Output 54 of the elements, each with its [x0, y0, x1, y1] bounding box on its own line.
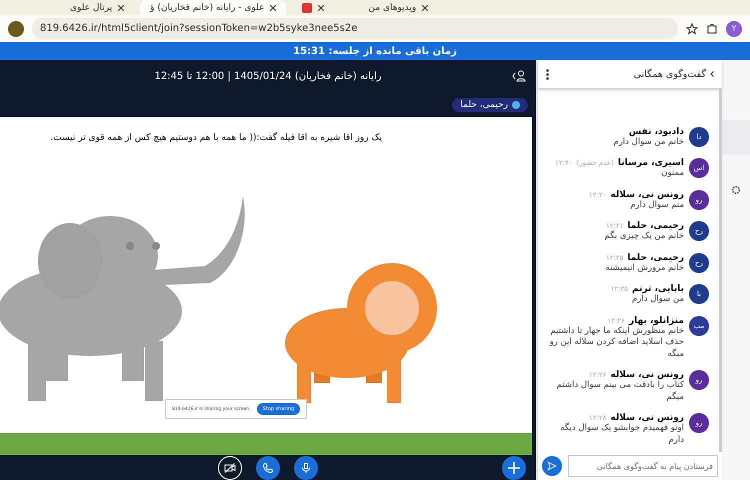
camera-off-icon	[224, 462, 236, 474]
settings-icon[interactable]	[731, 185, 741, 195]
close-icon[interactable]	[118, 4, 124, 10]
browser-tab[interactable]: ویدیوهای من	[358, 0, 438, 15]
message-text: خانم من یک چیزی بگم	[603, 231, 684, 243]
sender-name: رونس نی، سلاله	[610, 190, 684, 200]
address-bar[interactable]: 819.6426.ir/html5client/join?sessionToken=w2b5syke3nee5s2e	[32, 18, 678, 39]
close-icon[interactable]	[422, 4, 428, 10]
sender-name: اسیری، مرسانا	[618, 158, 684, 168]
message-text: خانم من سوال دارم	[612, 136, 684, 148]
tab-favicon	[302, 2, 312, 12]
browser-tab[interactable]: علوی - رایانه (خانم فخاریان) ؤ	[140, 0, 286, 15]
star-icon[interactable]	[686, 22, 698, 34]
tab-title[interactable]: پرتال علوی	[70, 2, 112, 12]
send-button[interactable]	[542, 456, 562, 476]
close-icon[interactable]	[270, 4, 276, 10]
more-options-icon[interactable]	[546, 68, 549, 80]
camera-off-button[interactable]	[218, 456, 242, 480]
sender-name: منزانلو، بهار	[628, 316, 684, 326]
message-text: اونو فهمیدم جوابشو یک سوال دیگه دارم	[559, 423, 684, 446]
message-input[interactable]: فرستادن پیام به گفت‌وگوی همگانی	[568, 455, 718, 477]
message-text: خانم منظورش اینکه ما جهار تا داشتیم حذف اسلاید اضافه کردن سلاله این رو میگه	[548, 326, 684, 360]
meeting-title: رایانه (خانم فخاریان) 1405/01/24 | 12:00 تا 12:45	[154, 70, 382, 82]
sender-name: دادبود، نفس	[628, 126, 684, 137]
tab-title[interactable]: ویدیوهای من	[368, 2, 416, 12]
time-remaining-banner: زمان باقی مانده از جلسه: 15:31	[0, 42, 750, 60]
sender-name: رحیمی، حلما	[627, 221, 684, 232]
add-button[interactable]	[502, 456, 526, 480]
message-text: من سوال دارم	[631, 294, 684, 306]
microphone-button[interactable]	[294, 456, 318, 480]
message-text: کتاب را بادقت می بینم سوال داشتم میگم	[556, 380, 684, 404]
site-icon	[8, 20, 24, 36]
close-icon[interactable]	[318, 4, 324, 10]
chevron-icon[interactable]	[710, 71, 714, 77]
sender-name: رونس نی، سلاله	[610, 370, 684, 380]
sender-name: رحیمی، حلما	[627, 252, 684, 263]
message-text: ممنون	[660, 168, 684, 180]
browser-tab[interactable]: پرتال علوی	[60, 0, 134, 15]
presenter-badge: رحیمی، حلما	[452, 98, 528, 112]
send-icon	[547, 461, 557, 471]
tab-title[interactable]: علوی - رایانه (خانم فخاریان) ؤ	[150, 2, 264, 12]
message-text: خانم مرورش انیمیشنه	[604, 262, 684, 274]
extension-icon[interactable]	[706, 22, 718, 34]
profile-avatar[interactable]: Y	[726, 20, 742, 36]
plus-icon	[508, 462, 520, 474]
message-text: منم سوال دارم	[629, 200, 684, 212]
slide-text: یک روز اقا شیره به اقا فیله گفت:(( ما همه با هم دوستیم هیچ کس از همه قوی تر نیست.	[49, 131, 383, 143]
phone-icon	[262, 462, 274, 474]
sender-name: رونس نی، سلاله	[610, 413, 684, 424]
microphone-icon	[300, 462, 312, 474]
phone-button[interactable]	[256, 456, 280, 480]
sender-name: بابایی، ترنم	[632, 284, 684, 294]
chat-title[interactable]: گفت‌وگوی همگانی	[634, 68, 706, 80]
user-list-icon[interactable]	[512, 70, 526, 82]
